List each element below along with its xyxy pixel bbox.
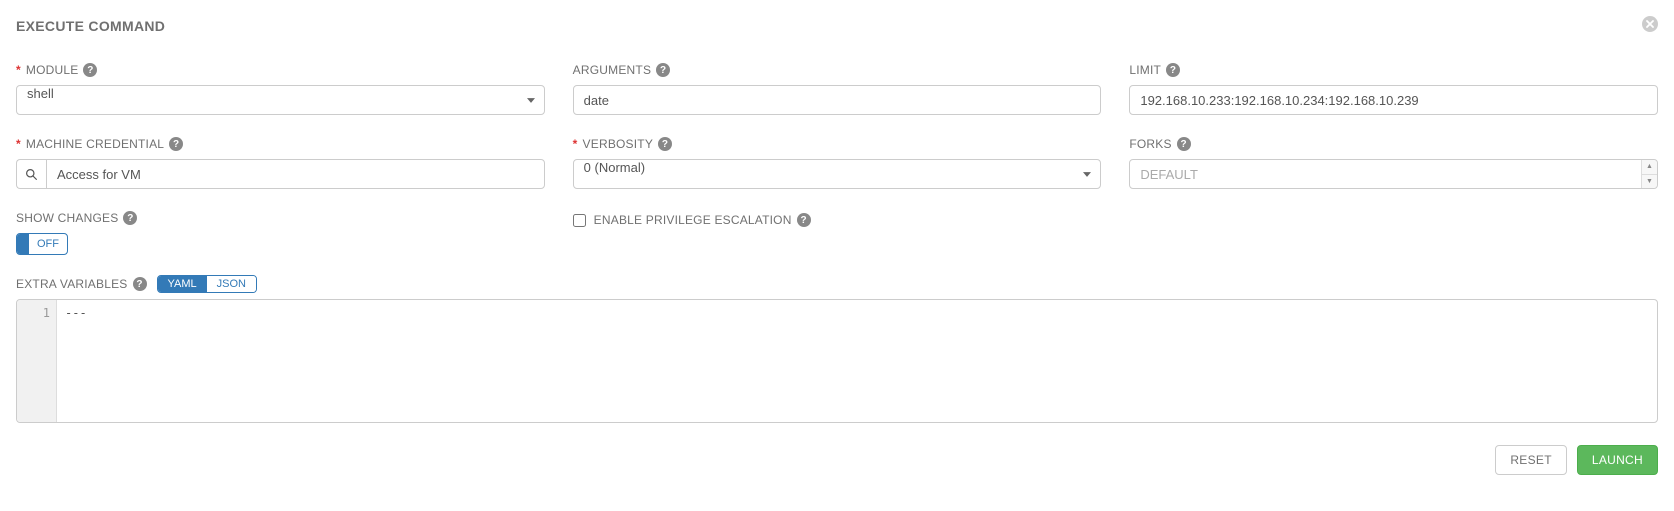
- help-icon[interactable]: ?: [133, 277, 147, 291]
- format-json[interactable]: JSON: [207, 276, 256, 292]
- limit-input[interactable]: [1129, 85, 1658, 115]
- privilege-escalation-checkbox[interactable]: [573, 214, 586, 227]
- format-yaml[interactable]: YAML: [158, 276, 207, 292]
- machine-credential-label: * MACHINE CREDENTIAL ?: [16, 137, 545, 151]
- verbosity-select[interactable]: 0 (Normal): [573, 159, 1102, 189]
- help-icon[interactable]: ?: [797, 213, 811, 227]
- help-icon[interactable]: ?: [1166, 63, 1180, 77]
- format-toggle[interactable]: YAML JSON: [157, 275, 257, 293]
- privilege-escalation-label: ENABLE PRIVILEGE ESCALATION ?: [594, 213, 811, 227]
- help-icon[interactable]: ?: [169, 137, 183, 151]
- toggle-handle: [17, 234, 29, 254]
- help-icon[interactable]: ?: [123, 211, 137, 225]
- page-title: EXECUTE COMMAND: [16, 18, 165, 34]
- spinner-up[interactable]: ▲: [1642, 160, 1657, 175]
- required-asterisk: *: [573, 137, 578, 151]
- lookup-button[interactable]: [16, 159, 46, 189]
- extra-variables-label: EXTRA VARIABLES ?: [16, 277, 147, 291]
- help-icon[interactable]: ?: [656, 63, 670, 77]
- help-icon[interactable]: ?: [1177, 137, 1191, 151]
- limit-label: LIMIT ?: [1129, 63, 1658, 77]
- toggle-label: OFF: [29, 238, 67, 250]
- verbosity-label: * VERBOSITY ?: [573, 137, 1102, 151]
- help-icon[interactable]: ?: [658, 137, 672, 151]
- machine-credential-input[interactable]: [46, 159, 545, 189]
- extra-variables-editor[interactable]: 1 ---: [16, 299, 1658, 423]
- help-icon[interactable]: ?: [83, 63, 97, 77]
- module-label: * MODULE ?: [16, 63, 545, 77]
- show-changes-toggle[interactable]: OFF: [16, 233, 68, 255]
- arguments-input[interactable]: [573, 85, 1102, 115]
- editor-content[interactable]: ---: [57, 300, 1657, 422]
- spinner-down[interactable]: ▼: [1642, 175, 1657, 189]
- show-changes-label: SHOW CHANGES ?: [16, 211, 545, 225]
- required-asterisk: *: [16, 137, 21, 151]
- forks-input[interactable]: [1129, 159, 1658, 189]
- arguments-label: ARGUMENTS ?: [573, 63, 1102, 77]
- launch-button[interactable]: LAUNCH: [1577, 445, 1658, 475]
- required-asterisk: *: [16, 63, 21, 77]
- search-icon: [25, 168, 38, 181]
- close-icon[interactable]: [1642, 16, 1658, 35]
- editor-gutter: 1: [17, 300, 57, 422]
- reset-button[interactable]: RESET: [1495, 445, 1567, 475]
- forks-label: FORKS ?: [1129, 137, 1658, 151]
- module-select[interactable]: shell: [16, 85, 545, 115]
